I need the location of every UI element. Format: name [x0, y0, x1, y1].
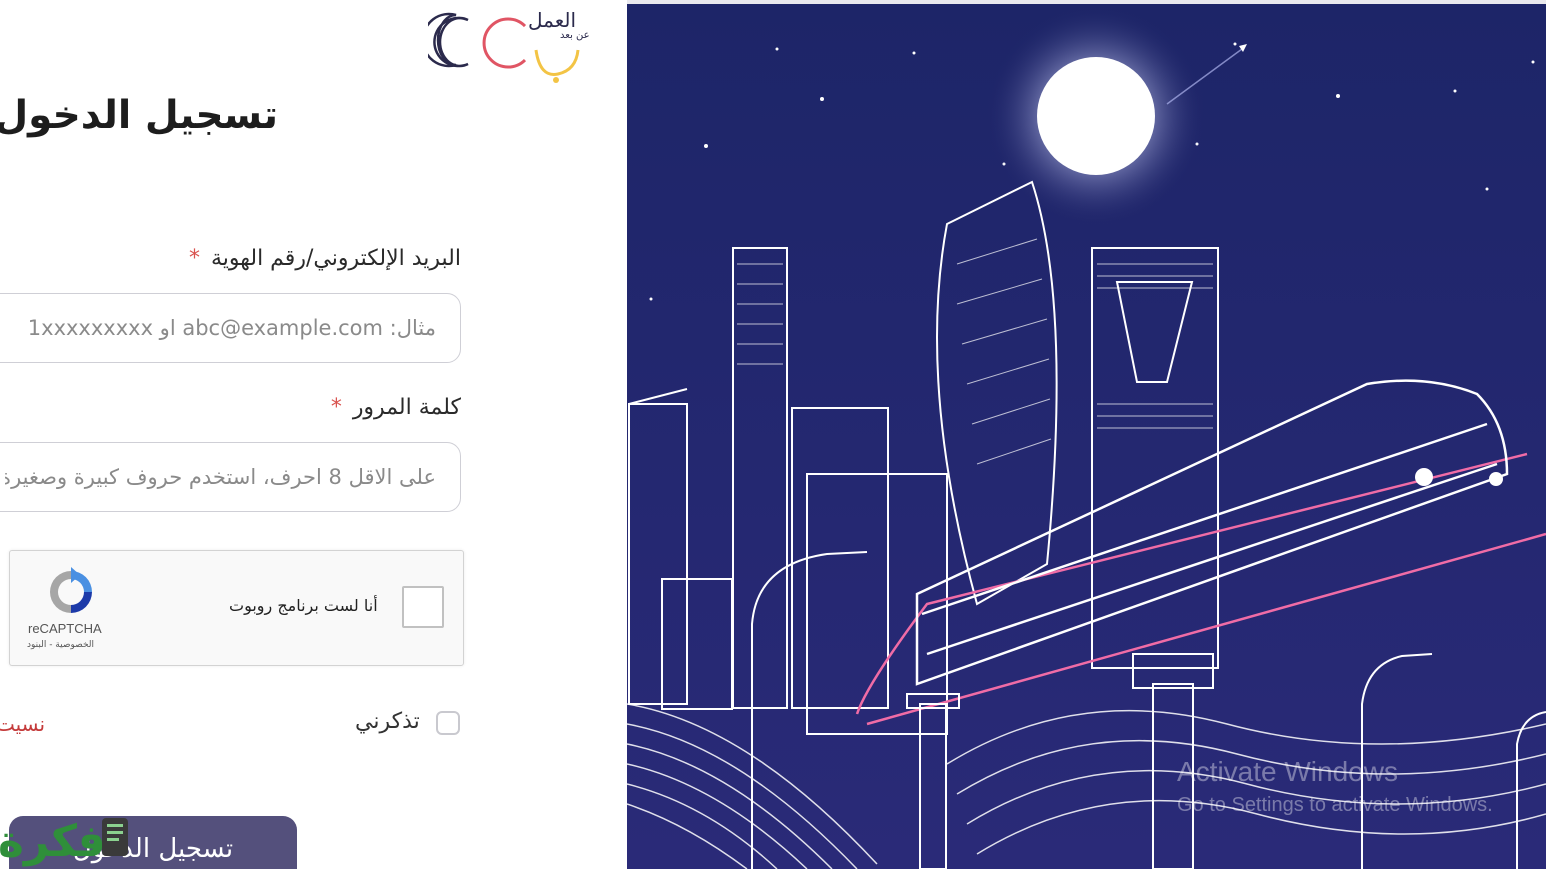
windows-activation-title: Activate Windows — [1177, 756, 1398, 787]
email-field-wrapper — [0, 293, 461, 363]
windows-activation-hint: Go to Settings to activate Windows. — [1177, 794, 1493, 816]
password-label-text: كلمة المرور — [352, 395, 461, 420]
password-label: كلمة المرور * — [331, 395, 461, 420]
logo-subtext: عن بعد — [560, 30, 590, 41]
windows-activation-notice: Activate Windows Go to Settings to activ… — [1177, 756, 1493, 817]
fikra-watermark-icon: ﻓﻜﺮة — [0, 816, 128, 867]
email-label: البريد الإلكتروني/رقم الهوية * — [189, 246, 461, 271]
remember-me-label[interactable]: تذكرني — [355, 709, 420, 734]
svg-text:ﻓﻜﺮة: ﻓﻜﺮة — [0, 816, 106, 867]
remember-me-checkbox[interactable] — [436, 711, 460, 735]
password-field-wrapper — [0, 442, 461, 512]
email-label-text: البريد الإلكتروني/رقم الهوية — [210, 246, 461, 271]
recaptcha-label: أنا لست برنامج روبوت — [229, 596, 378, 615]
required-mark: * — [330, 395, 342, 420]
recaptcha-widget: أنا لست برنامج روبوت reCAPTCHA الخصوصية … — [9, 550, 464, 666]
forgot-password-link[interactable]: نسيت — [0, 712, 45, 736]
required-mark: * — [188, 246, 200, 271]
recaptcha-icon — [50, 567, 92, 613]
city-train-illustration — [627, 4, 1546, 869]
logo-text: العمل — [528, 8, 577, 32]
password-field[interactable] — [0, 443, 460, 511]
recaptcha-brand: reCAPTCHA — [28, 621, 102, 636]
recaptcha-checkbox[interactable] — [402, 586, 444, 628]
email-field[interactable] — [0, 294, 460, 362]
login-panel: العمل عن بعد تسجيل الدخول البريد الإلكتر… — [0, 0, 627, 869]
illustration-panel: Activate Windows Go to Settings to activ… — [627, 4, 1546, 869]
page-title: تسجيل الدخول — [0, 93, 278, 138]
recaptcha-links[interactable]: الخصوصية - البنود — [27, 640, 94, 650]
